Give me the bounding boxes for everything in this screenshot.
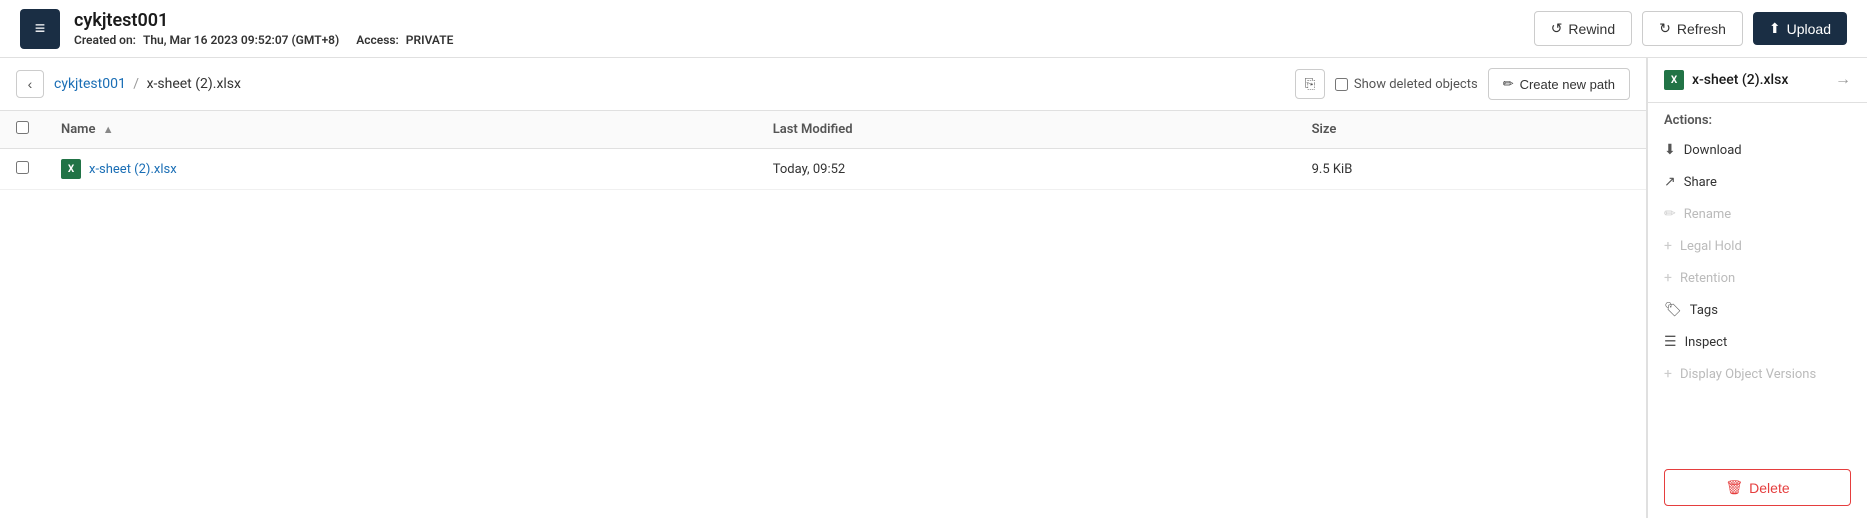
download-icon: ⬇ bbox=[1664, 142, 1676, 158]
row-checkbox[interactable] bbox=[16, 161, 29, 174]
breadcrumb-root[interactable]: cykjtest001 bbox=[54, 76, 126, 92]
action-item-legal-hold: + Legal Hold bbox=[1648, 230, 1867, 262]
row-name-cell: X x-sheet (2).xlsx bbox=[45, 149, 757, 190]
share-label: Share bbox=[1684, 175, 1717, 190]
action-item-share[interactable]: ↗ Share bbox=[1648, 166, 1867, 198]
delete-icon: 🗑 bbox=[1725, 479, 1743, 496]
copy-path-button[interactable]: ⎘ bbox=[1295, 69, 1325, 99]
back-button[interactable]: ‹ bbox=[16, 70, 44, 98]
rewind-button[interactable]: ↺ Rewind bbox=[1534, 11, 1632, 46]
table-header: Name ▲ Last Modified Size bbox=[0, 111, 1646, 149]
tags-label: Tags bbox=[1690, 303, 1718, 318]
action-item-rename: ✏ Rename bbox=[1648, 198, 1867, 230]
download-label: Download bbox=[1684, 143, 1742, 158]
col-modified-header: Last Modified bbox=[757, 111, 1296, 149]
app-info: cykjtest001 Created on: Thu, Mar 16 2023… bbox=[74, 10, 453, 47]
upload-icon: ⬆ bbox=[1769, 20, 1781, 37]
row-size-cell: 9.5 KiB bbox=[1296, 149, 1646, 190]
create-new-path-button[interactable]: ✏ Create new path bbox=[1488, 68, 1630, 100]
edit-icon: ✏ bbox=[1503, 76, 1514, 92]
main-container: ‹ cykjtest001 / x-sheet (2).xlsx ⎘ Show … bbox=[0, 58, 1867, 518]
delete-button[interactable]: 🗑 Delete bbox=[1664, 469, 1851, 506]
table-body: X x-sheet (2).xlsx Today, 09:52 9.5 KiB bbox=[0, 149, 1646, 190]
show-deleted-checkbox[interactable] bbox=[1335, 78, 1348, 91]
row-modified-cell: Today, 09:52 bbox=[757, 149, 1296, 190]
app-title: cykjtest001 bbox=[74, 10, 453, 31]
right-panel: X x-sheet (2).xlsx → Actions: ⬇ Download… bbox=[1647, 58, 1867, 518]
right-panel-close-button[interactable]: → bbox=[1835, 71, 1851, 89]
right-panel-header: X x-sheet (2).xlsx → bbox=[1648, 58, 1867, 103]
file-name-link[interactable]: x-sheet (2).xlsx bbox=[89, 162, 177, 177]
breadcrumb-actions: ⎘ Show deleted objects ✏ Create new path bbox=[1295, 68, 1630, 100]
table-row: X x-sheet (2).xlsx Today, 09:52 9.5 KiB bbox=[0, 149, 1646, 190]
rewind-icon: ↺ bbox=[1551, 20, 1563, 37]
col-name-header: Name ▲ bbox=[45, 111, 757, 149]
action-item-inspect[interactable]: ☰ Inspect bbox=[1648, 326, 1867, 358]
inspect-icon: ☰ bbox=[1664, 334, 1677, 350]
rename-icon: ✏ bbox=[1664, 206, 1676, 222]
excel-file-icon: X bbox=[61, 159, 81, 179]
tags-icon: 🏷 bbox=[1664, 302, 1682, 318]
actions-label: Actions: bbox=[1648, 103, 1867, 134]
breadcrumb-separator: / bbox=[133, 76, 139, 92]
inspect-label: Inspect bbox=[1685, 335, 1728, 350]
row-checkbox-cell bbox=[0, 149, 45, 190]
retention-icon: + bbox=[1664, 270, 1672, 286]
header-actions: ↺ Rewind ↻ Refresh ⬆ Upload bbox=[1534, 11, 1847, 46]
display-version-label: Display Object Versions bbox=[1680, 367, 1816, 382]
show-deleted-label[interactable]: Show deleted objects bbox=[1335, 77, 1478, 92]
legal-hold-icon: + bbox=[1664, 238, 1672, 254]
share-icon: ↗ bbox=[1664, 174, 1676, 190]
logo-icon: ≡ bbox=[20, 9, 60, 49]
action-item-retention: + Retention bbox=[1648, 262, 1867, 294]
right-panel-title: X x-sheet (2).xlsx bbox=[1664, 70, 1788, 90]
col-select bbox=[0, 111, 45, 149]
select-all-checkbox[interactable] bbox=[16, 121, 29, 134]
action-item-tags[interactable]: 🏷 Tags bbox=[1648, 294, 1867, 326]
breadcrumb: cykjtest001 / x-sheet (2).xlsx bbox=[54, 76, 1285, 92]
file-browser: ‹ cykjtest001 / x-sheet (2).xlsx ⎘ Show … bbox=[0, 58, 1647, 518]
sort-icon: ▲ bbox=[103, 123, 114, 136]
breadcrumb-bar: ‹ cykjtest001 / x-sheet (2).xlsx ⎘ Show … bbox=[0, 58, 1646, 111]
action-item-display-version: + Display Object Versions bbox=[1648, 358, 1867, 390]
excel-icon-panel: X bbox=[1664, 70, 1684, 90]
actions-list: ⬇ Download ↗ Share ✏ Rename + Legal Hold… bbox=[1648, 134, 1867, 390]
breadcrumb-current: x-sheet (2).xlsx bbox=[147, 76, 241, 92]
header: ≡ cykjtest001 Created on: Thu, Mar 16 20… bbox=[0, 0, 1867, 58]
upload-button[interactable]: ⬆ Upload bbox=[1753, 12, 1847, 45]
retention-label: Retention bbox=[1680, 271, 1735, 286]
app-meta: Created on: Thu, Mar 16 2023 09:52:07 (G… bbox=[74, 33, 453, 47]
refresh-icon: ↻ bbox=[1659, 20, 1671, 37]
rename-label: Rename bbox=[1684, 207, 1731, 222]
header-left: ≡ cykjtest001 Created on: Thu, Mar 16 20… bbox=[20, 9, 453, 49]
refresh-button[interactable]: ↻ Refresh bbox=[1642, 11, 1743, 46]
legal-hold-label: Legal Hold bbox=[1680, 239, 1742, 254]
file-table: Name ▲ Last Modified Size X x-sheet (2).… bbox=[0, 111, 1646, 190]
action-item-download[interactable]: ⬇ Download bbox=[1648, 134, 1867, 166]
col-size-header: Size bbox=[1296, 111, 1646, 149]
delete-btn-container: 🗑 Delete bbox=[1648, 457, 1867, 518]
display-version-icon: + bbox=[1664, 366, 1672, 382]
